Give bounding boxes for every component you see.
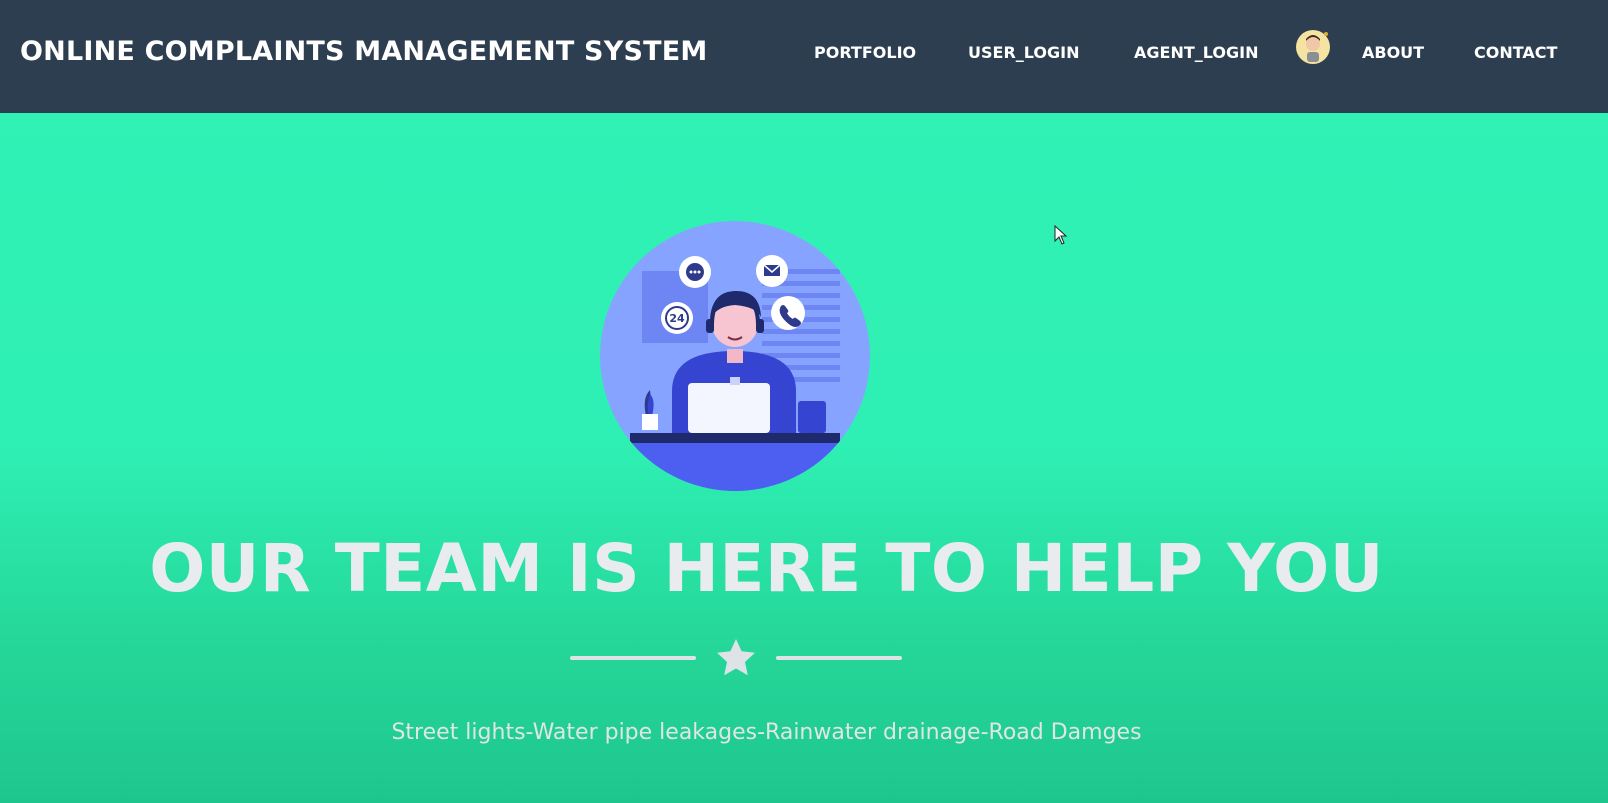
star-divider	[570, 638, 902, 680]
24-hours-badge-text: 24	[669, 312, 685, 325]
hero-subtitle: Street lights-Water pipe leakages-Rainwa…	[391, 720, 1142, 745]
nav-link-portfolio[interactable]: PORTFOLIO	[814, 43, 916, 62]
nav-link-about[interactable]: ABOUT	[1362, 43, 1424, 62]
mouse-pointer-icon	[1054, 224, 1068, 245]
star-icon	[717, 639, 755, 676]
top-navbar: ONLINE COMPLAINTS MANAGEMENT SYSTEM PORT…	[0, 0, 1608, 113]
nav-link-user-login[interactable]: USER_LOGIN	[968, 43, 1079, 62]
user-avatar-icon[interactable]	[1296, 30, 1330, 64]
nav-link-agent-login[interactable]: AGENT_LOGIN	[1134, 43, 1258, 62]
brand-title[interactable]: ONLINE COMPLAINTS MANAGEMENT SYSTEM	[20, 36, 707, 67]
support-agent-icon: 24	[600, 221, 870, 491]
nav-link-contact[interactable]: CONTACT	[1474, 43, 1557, 62]
hero-title: OUR TEAM IS HERE TO HELP YOU	[149, 530, 1384, 607]
support-agent-illustration: 24	[600, 221, 870, 491]
